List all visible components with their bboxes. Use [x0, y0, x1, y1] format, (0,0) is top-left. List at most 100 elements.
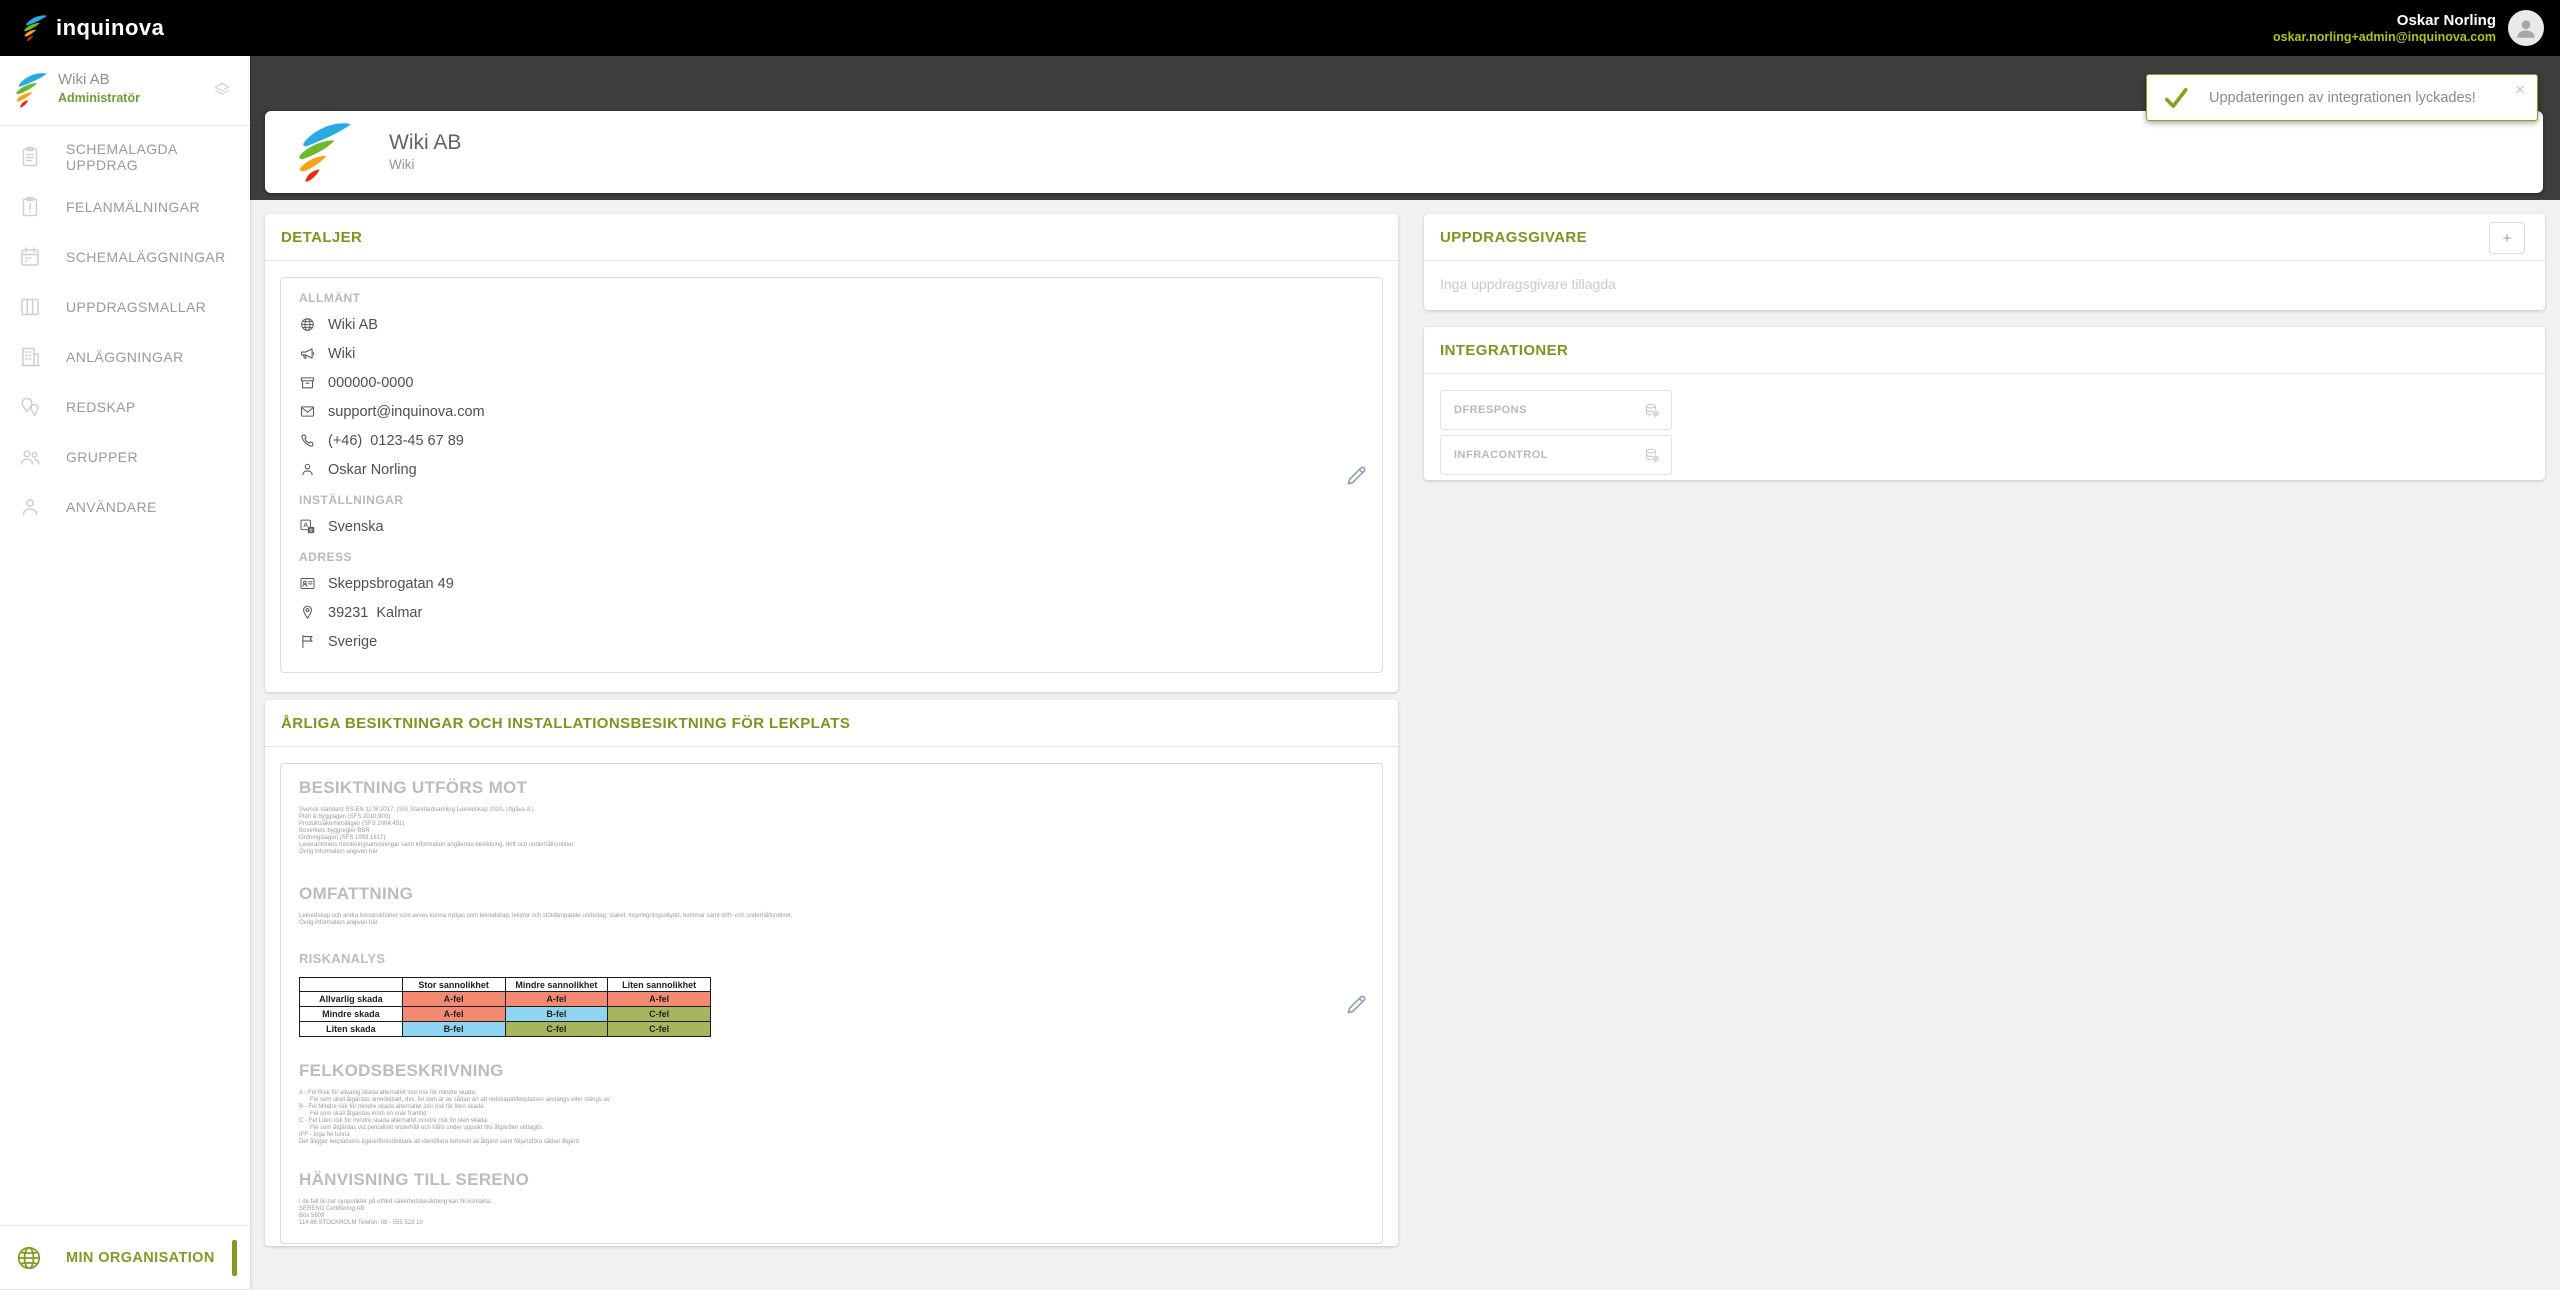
detail-row-language: Svenska [299, 512, 1364, 541]
user-menu[interactable]: Oskar Norling oskar.norling+admin@inquin… [2273, 0, 2544, 56]
detail-row-org-number: 000000-0000 [299, 368, 1364, 397]
hanvisning-heading: HÄNVISNING TILL SERENO [299, 1170, 1364, 1190]
risk-cell: C-fel [608, 1022, 711, 1037]
sidebar-item-anlaggningar[interactable]: ANLÄGGNINGAR [0, 332, 250, 382]
user-email: oskar.norling+admin@inquinova.com [2273, 30, 2496, 45]
detail-row-company: Wiki AB [299, 310, 1364, 339]
integration-label: INFRACONTROL [1454, 449, 1548, 461]
page-subtitle: Wiki [389, 156, 461, 174]
sidebar-item-label: MIN ORGANISATION [66, 1250, 215, 1266]
risk-cell: A-fel [402, 992, 505, 1007]
person-icon [299, 461, 316, 478]
globe-icon [299, 316, 316, 333]
riskanalys-heading: RISKANALYS [299, 951, 1364, 966]
integration-infracontrol[interactable]: INFRACONTROL [1440, 435, 1672, 475]
database-gear-icon [1643, 447, 1661, 465]
risk-col-header: Stor sannolikhet [402, 978, 505, 992]
topbar: inquinova Oskar Norling oskar.norling+ad… [0, 0, 2560, 56]
org-logo-icon [283, 118, 355, 186]
table-row: Allvarlig skada A-fel A-fel A-fel [300, 992, 711, 1007]
edit-details-pencil-icon[interactable] [1344, 462, 1370, 488]
risk-row-label: Mindre skada [300, 1007, 403, 1022]
clients-empty-text: Inga uppdragsgivare tillagda [1424, 261, 2545, 308]
database-gear-icon [1643, 402, 1661, 420]
page-header-card: Wiki AB Wiki [265, 111, 2543, 193]
avatar-person-icon [2513, 15, 2539, 41]
clients-card-title: UPPDRAGSGIVARE [1424, 214, 2545, 261]
email-icon [299, 403, 316, 420]
risk-col-header: Liten sannolikhet [608, 978, 711, 992]
sidebar-item-label: ANLÄGGNINGAR [66, 349, 184, 365]
close-icon[interactable]: × [2515, 81, 2525, 98]
inspections-card-title: ÅRLIGA BESIKTNINGAR OCH INSTALLATIONSBES… [265, 700, 1398, 747]
sidebar-item-label: SCHEMALAGDA UPPDRAG [66, 141, 250, 173]
sidebar-item-anvandare[interactable]: ANVÄNDARE [0, 482, 250, 532]
org-switcher-layers-icon[interactable] [212, 80, 232, 100]
detail-value: Oskar Norling [328, 462, 417, 478]
risk-cell: A-fel [505, 992, 608, 1007]
groups-icon [18, 445, 42, 469]
integrations-card: INTEGRATIONER DFRESPONS INFRACONTROL [1424, 327, 2545, 480]
risk-cell: B-fel [402, 1022, 505, 1037]
risk-analysis-table: Stor sannolikhet Mindre sannolikhet Lite… [299, 977, 711, 1037]
detail-value: Wiki AB [328, 317, 378, 333]
sidebar-item-label: SCHEMALÄGGNINGAR [66, 249, 226, 265]
detail-row-city: 39231 Kalmar [299, 598, 1364, 627]
brand-name: inquinova [56, 15, 164, 41]
org-role: Administratör [58, 91, 140, 105]
risk-row-label: Allvarlig skada [300, 992, 403, 1007]
sidebar-item-min-organisation[interactable]: MIN ORGANISATION [0, 1226, 250, 1290]
sidebar-org-header: Wiki AB Administratör [0, 56, 250, 126]
sidebar-footer: MIN ORGANISATION [0, 1225, 250, 1289]
detail-value: Wiki [328, 346, 355, 362]
org-name: Wiki AB [58, 71, 110, 88]
user-icon [18, 495, 42, 519]
detail-row-country: Sverige [299, 627, 1364, 656]
inspections-box: BESIKTNING UTFÖRS MOT Svensk standard SS… [280, 763, 1383, 1244]
sidebar-nav: SCHEMALAGDA UPPDRAG FELANMÄLNINGAR SCHEM… [0, 126, 250, 532]
detail-row-street: Skeppsbrogatan 49 [299, 569, 1364, 598]
inspections-card: ÅRLIGA BESIKTNINGAR OCH INSTALLATIONSBES… [265, 700, 1398, 1246]
sidebar-item-label: ANVÄNDARE [66, 499, 157, 515]
calendar-icon [18, 245, 42, 269]
risk-cell: A-fel [402, 1007, 505, 1022]
detail-value: (+46) 0123-45 67 89 [328, 433, 464, 449]
detail-value: Svenska [328, 519, 384, 535]
sidebar-item-schemalaggningar[interactable]: SCHEMALÄGGNINGAR [0, 232, 250, 282]
user-name: Oskar Norling [2273, 12, 2496, 30]
integration-dfrespons[interactable]: DFRESPONS [1440, 390, 1672, 430]
sidebar-item-felanmalningar[interactable]: FELANMÄLNINGAR [0, 182, 250, 232]
risk-col-header [300, 978, 403, 992]
active-indicator [232, 1240, 237, 1276]
table-row: Mindre skada A-fel B-fel C-fel [300, 1007, 711, 1022]
risk-cell: A-fel [608, 992, 711, 1007]
sidebar-item-redskap[interactable]: REDSKAP [0, 382, 250, 432]
clients-card: UPPDRAGSGIVARE + Inga uppdragsgivare til… [1424, 214, 2545, 310]
clipboard-list-icon [18, 145, 42, 169]
address-card-icon [299, 575, 316, 592]
sidebar-item-uppdragsmallar[interactable]: UPPDRAGSMALLAR [0, 282, 250, 332]
org-number-icon [299, 374, 316, 391]
check-icon [2161, 85, 2191, 111]
columns-icon [18, 295, 42, 319]
sidebar-item-schemalagda-uppdrag[interactable]: SCHEMALAGDA UPPDRAG [0, 132, 250, 182]
add-client-button[interactable]: + [2489, 222, 2525, 254]
page-title: Wiki AB [389, 130, 461, 156]
megaphone-icon [299, 345, 316, 362]
sidebar-item-label: REDSKAP [66, 399, 136, 415]
detail-row-email: support@inquinova.com [299, 397, 1364, 426]
section-label: INSTÄLLNINGAR [299, 493, 1364, 507]
edit-inspections-pencil-icon[interactable] [1344, 991, 1370, 1017]
main-content: Wiki AB Wiki Uppdateringen av integratio… [250, 56, 2560, 1289]
sidebar-item-label: GRUPPER [66, 449, 138, 465]
table-row: Liten skada B-fel C-fel C-fel [300, 1022, 711, 1037]
sidebar-item-grupper[interactable]: GRUPPER [0, 432, 250, 482]
sidebar-item-label: FELANMÄLNINGAR [66, 199, 200, 215]
section-label: ALLMÄNT [299, 291, 1364, 305]
omfattning-heading: OMFATTNING [299, 884, 1364, 904]
building-icon [18, 345, 42, 369]
brand-logo-icon [18, 13, 48, 43]
details-box: ALLMÄNT Wiki AB Wiki 000000-0000 [280, 277, 1383, 673]
brand[interactable]: inquinova [18, 13, 164, 43]
avatar[interactable] [2508, 10, 2544, 46]
